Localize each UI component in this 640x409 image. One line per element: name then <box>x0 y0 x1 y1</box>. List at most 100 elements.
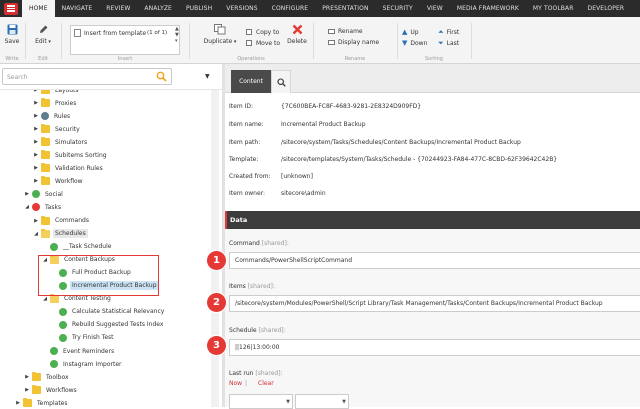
expand-arrow-icon[interactable]: ▶ <box>33 152 39 158</box>
tree-node[interactable]: ▶ Rules <box>33 110 72 122</box>
tree-node[interactable]: ▶ Validation Rules <box>33 162 105 174</box>
expand-arrow-icon[interactable]: ▶ <box>33 90 39 93</box>
first-arrow-icon: ⏶ <box>438 28 444 36</box>
expand-arrow-icon[interactable]: ▶ <box>33 165 39 171</box>
tree-node[interactable]: Event Reminders <box>42 345 116 357</box>
tab-versions[interactable]: VERSIONS <box>219 0 264 17</box>
info-row: Item name: Incremental Product Backup <box>229 121 366 128</box>
tree-node[interactable]: ▶ Toolbox <box>24 371 71 383</box>
tab-presentation[interactable]: PRESENTATION <box>315 0 375 17</box>
tree-node[interactable]: ▶ Workflow <box>33 175 85 187</box>
tab-analyze[interactable]: ANALYZE <box>137 0 179 17</box>
collapse-arrow-icon[interactable]: ◢ <box>42 296 48 302</box>
save-button[interactable]: Save <box>2 24 22 45</box>
now-link[interactable]: Now <box>229 380 242 387</box>
copy-to-button[interactable]: Copy to <box>246 29 279 36</box>
field-input[interactable]: /sitecore/system/Modules/PowerShell/Scri… <box>229 295 640 312</box>
tree-node[interactable]: ▶ Security <box>33 123 82 135</box>
expand-arrow-icon[interactable]: ▶ <box>33 139 39 145</box>
expand-arrow-icon[interactable]: ▶ <box>24 374 30 380</box>
field-input[interactable]: ||126|13:00:00 <box>229 339 640 356</box>
content-tree: ▶ Layouts ▶ Proxies ▶ Rules ▶ Security ▶ Simulato… <box>0 90 222 407</box>
tree-node[interactable]: ▶ Layouts <box>33 90 81 96</box>
display-name-button[interactable]: Display name <box>328 39 379 46</box>
sitecore-logo-icon[interactable] <box>0 0 22 17</box>
tree-node[interactable]: ▶ Subitems Sorting <box>33 149 109 161</box>
expand-arrow-icon[interactable]: ▶ <box>24 387 30 393</box>
tree-node-label: Tasks <box>45 203 62 211</box>
expand-arrow-icon[interactable]: ▶ <box>33 113 39 119</box>
duplicate-button[interactable]: Duplicate ▾ <box>202 24 238 45</box>
up-button[interactable]: ▲ Up <box>402 28 419 36</box>
collapse-arrow-icon[interactable]: ◢ <box>33 231 39 237</box>
expand-arrow-icon[interactable]: ▶ <box>33 178 39 184</box>
field-label: Items [shared]: <box>229 283 275 290</box>
write-group-label: Write <box>5 56 19 62</box>
data-section-header[interactable]: Data <box>225 211 640 229</box>
tree-node[interactable]: Instagram Importer <box>42 358 124 370</box>
tab-navigate[interactable]: NAVIGATE <box>55 0 100 17</box>
insert-from-template-item[interactable]: Insert from template <box>74 29 146 37</box>
tab-review[interactable]: REVIEW <box>99 0 137 17</box>
tree-node-label: Security <box>55 125 80 133</box>
clear-link[interactable]: Clear <box>258 380 274 387</box>
info-value: sitecore\admin <box>281 190 326 197</box>
tree-node[interactable]: ▶ Workflows <box>24 384 79 396</box>
tree-node[interactable]: Rebuild Suggested Tests Index <box>51 319 165 331</box>
field-input[interactable]: Commands/PowerShellScriptCommand <box>229 252 640 269</box>
tab-search[interactable] <box>271 70 291 93</box>
insert-scroll-arrows[interactable]: ▲ ▼ ▾ <box>175 26 179 44</box>
sorting-group-label: Sorting <box>425 56 443 62</box>
display-name-icon <box>328 40 335 45</box>
tab-my-toolbar[interactable]: MY TOOLBAR <box>526 0 581 17</box>
tree-node[interactable]: ◢ Schedules <box>33 228 88 240</box>
tree-node-label: __Task Schedule <box>63 243 112 251</box>
tab-configure[interactable]: CONFIGURE <box>265 0 316 17</box>
tab-home[interactable]: HOME <box>22 0 55 17</box>
tree-node[interactable]: Calculate Statistical Relevancy <box>51 306 166 318</box>
item-icon <box>50 347 58 355</box>
tree-node[interactable]: ▶ Templates <box>15 397 70 407</box>
tree-node[interactable]: ▶ Simulators <box>33 136 89 148</box>
tab-security[interactable]: SECURITY <box>376 0 420 17</box>
move-to-button[interactable]: Move to <box>246 40 280 47</box>
callout-number-badge: 3 <box>207 336 226 355</box>
delete-button[interactable]: Delete <box>286 24 308 45</box>
insert-options-list[interactable]: Insert from template (1 of 1) <box>70 25 180 55</box>
folder-icon <box>41 98 50 108</box>
tree-node[interactable]: ▶ Commands <box>33 215 91 227</box>
folder-icon <box>32 372 41 382</box>
last-button[interactable]: ⏷ Last <box>438 39 459 48</box>
expand-arrow-icon[interactable]: ▶ <box>33 126 39 132</box>
info-value: Incremental Product Backup <box>281 121 366 128</box>
tab-publish[interactable]: PUBLISH <box>179 0 219 17</box>
tab-view[interactable]: VIEW <box>420 0 450 17</box>
edit-button[interactable]: Edit ▾ <box>31 24 55 45</box>
expand-arrow-icon[interactable]: ▶ <box>24 191 30 197</box>
tab-media-framework[interactable]: MEDIA FRAMEWORK <box>450 0 526 17</box>
template-page-icon <box>74 29 81 37</box>
expand-arrow-icon[interactable]: ▶ <box>15 400 21 406</box>
folder-icon <box>41 176 50 186</box>
collapse-arrow-icon[interactable]: ◢ <box>24 204 30 210</box>
tree-node[interactable]: ▶ Proxies <box>33 97 78 109</box>
expand-arrow-icon[interactable]: ▶ <box>33 218 39 224</box>
search-input[interactable]: Search <box>2 68 172 85</box>
tree-node[interactable]: __Task Schedule <box>42 241 113 253</box>
rename-button[interactable]: Rename <box>328 28 363 35</box>
info-value: [unknown] <box>281 173 313 180</box>
first-button[interactable]: ⏶ First <box>438 28 459 37</box>
tree-node[interactable]: ▶ Social <box>24 188 65 200</box>
tree-node-label: Toolbox <box>46 373 69 381</box>
tab-developer[interactable]: DEVELOPER <box>580 0 631 17</box>
tree-node[interactable]: Try Finish Test <box>51 332 116 344</box>
down-button[interactable]: ▼ Down <box>402 39 427 47</box>
tree-scrollbar[interactable] <box>211 90 219 407</box>
search-icon[interactable] <box>156 71 167 82</box>
expand-arrow-icon[interactable]: ▶ <box>33 100 39 106</box>
tree-node[interactable]: ◢ Tasks <box>24 201 63 213</box>
info-key: Item path: <box>229 139 261 146</box>
search-options-chevron-down-icon[interactable]: ▼ <box>205 73 210 80</box>
edit-label: Edit <box>35 38 47 45</box>
tab-content[interactable]: Content <box>231 70 271 93</box>
